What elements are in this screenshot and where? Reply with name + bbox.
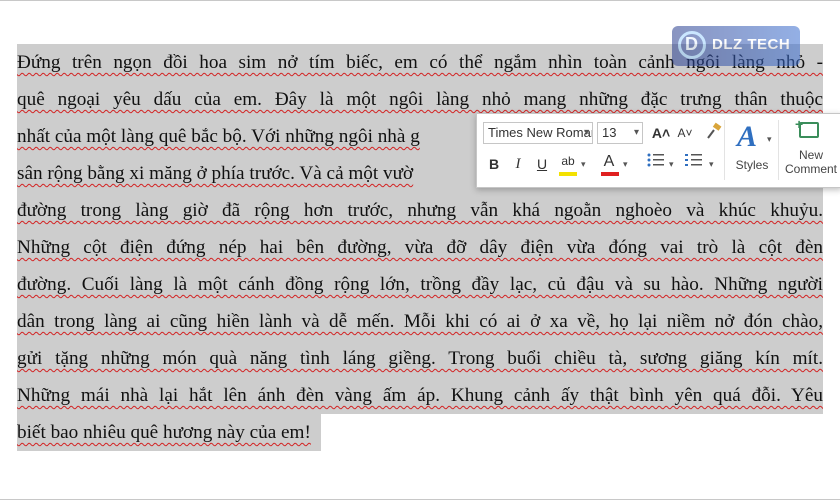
chevron-down-icon: ▾ bbox=[767, 134, 772, 144]
document-line[interactable]: đường trong làng giờ đã rộng hơn trước, … bbox=[17, 192, 823, 229]
document-line[interactable]: Những mái nhà lại hắt lên ánh đèn vàng ấ… bbox=[17, 377, 823, 414]
chevron-down-icon[interactable]: ▾ bbox=[623, 159, 628, 170]
format-painter-icon bbox=[707, 122, 722, 139]
document-line[interactable]: dân trong làng ai cũng hiền lành và dễ m… bbox=[17, 303, 823, 340]
numbering-button[interactable] bbox=[683, 152, 705, 174]
shrink-font-button[interactable]: A˅ bbox=[675, 122, 695, 144]
bold-button[interactable]: B bbox=[485, 153, 503, 175]
font-size-value: 13 bbox=[602, 125, 617, 140]
styles-button[interactable]: A ▾ Styles bbox=[729, 118, 775, 184]
font-name-dropdown[interactable]: Times New Roman ▾ bbox=[483, 122, 593, 144]
font-color-swatch bbox=[601, 172, 619, 176]
document-line[interactable]: Những cột điện đứng nép hai bên đường, v… bbox=[17, 229, 823, 266]
format-painter-button[interactable] bbox=[703, 122, 725, 144]
font-color-button[interactable]: A bbox=[599, 151, 619, 173]
mini-formatting-toolbar: Times New Roman ▾ 13 ▾ A˄ A˅ B I U ab ▾ … bbox=[476, 113, 840, 188]
document-line[interactable]: gửi tặng những món quà năng tình láng gi… bbox=[17, 340, 823, 377]
chevron-down-icon: ▾ bbox=[583, 127, 589, 138]
document-body[interactable]: Đứng trên ngọn đồi hoa sim nở tím biếc, … bbox=[17, 44, 823, 456]
toolbar-divider bbox=[724, 120, 725, 180]
numbered-list-icon bbox=[685, 154, 702, 166]
page-top-border bbox=[0, 0, 840, 1]
text-highlight-button[interactable]: ab bbox=[557, 150, 579, 172]
font-size-dropdown[interactable]: 13 ▾ bbox=[597, 122, 643, 144]
plus-icon: + bbox=[795, 116, 804, 132]
chevron-down-icon: ▾ bbox=[633, 127, 639, 138]
grow-font-button[interactable]: A˄ bbox=[651, 122, 671, 144]
chevron-down-icon[interactable]: ▾ bbox=[581, 159, 586, 170]
underline-button[interactable]: U bbox=[533, 153, 551, 175]
document-line[interactable]: đường. Cuối làng là một cánh đồng rộng l… bbox=[17, 266, 823, 303]
styles-label: Styles bbox=[735, 158, 769, 172]
document-line-last[interactable]: biết bao nhiêu quê hương này của em! bbox=[17, 414, 321, 451]
highlight-label: ab bbox=[561, 154, 575, 168]
font-name-value: Times New Roman bbox=[488, 125, 593, 140]
logo-brand-text: DLZ TECH bbox=[712, 36, 791, 53]
bullet-list-icon bbox=[647, 153, 664, 167]
new-comment-label: New Comment bbox=[784, 148, 837, 176]
toolbar-divider bbox=[778, 120, 779, 180]
italic-button[interactable]: I bbox=[509, 153, 527, 175]
logo-mark-letter: D bbox=[685, 34, 698, 54]
chevron-down-icon[interactable]: ▾ bbox=[669, 159, 674, 170]
new-comment-button[interactable]: + New Comment bbox=[781, 116, 840, 184]
chevron-down-icon[interactable]: ▾ bbox=[709, 159, 714, 170]
brand-watermark-logo: D DLZ TECH bbox=[672, 26, 800, 66]
highlight-color-swatch bbox=[559, 172, 577, 176]
bullets-button[interactable] bbox=[645, 152, 667, 174]
styles-icon: A bbox=[737, 120, 758, 153]
